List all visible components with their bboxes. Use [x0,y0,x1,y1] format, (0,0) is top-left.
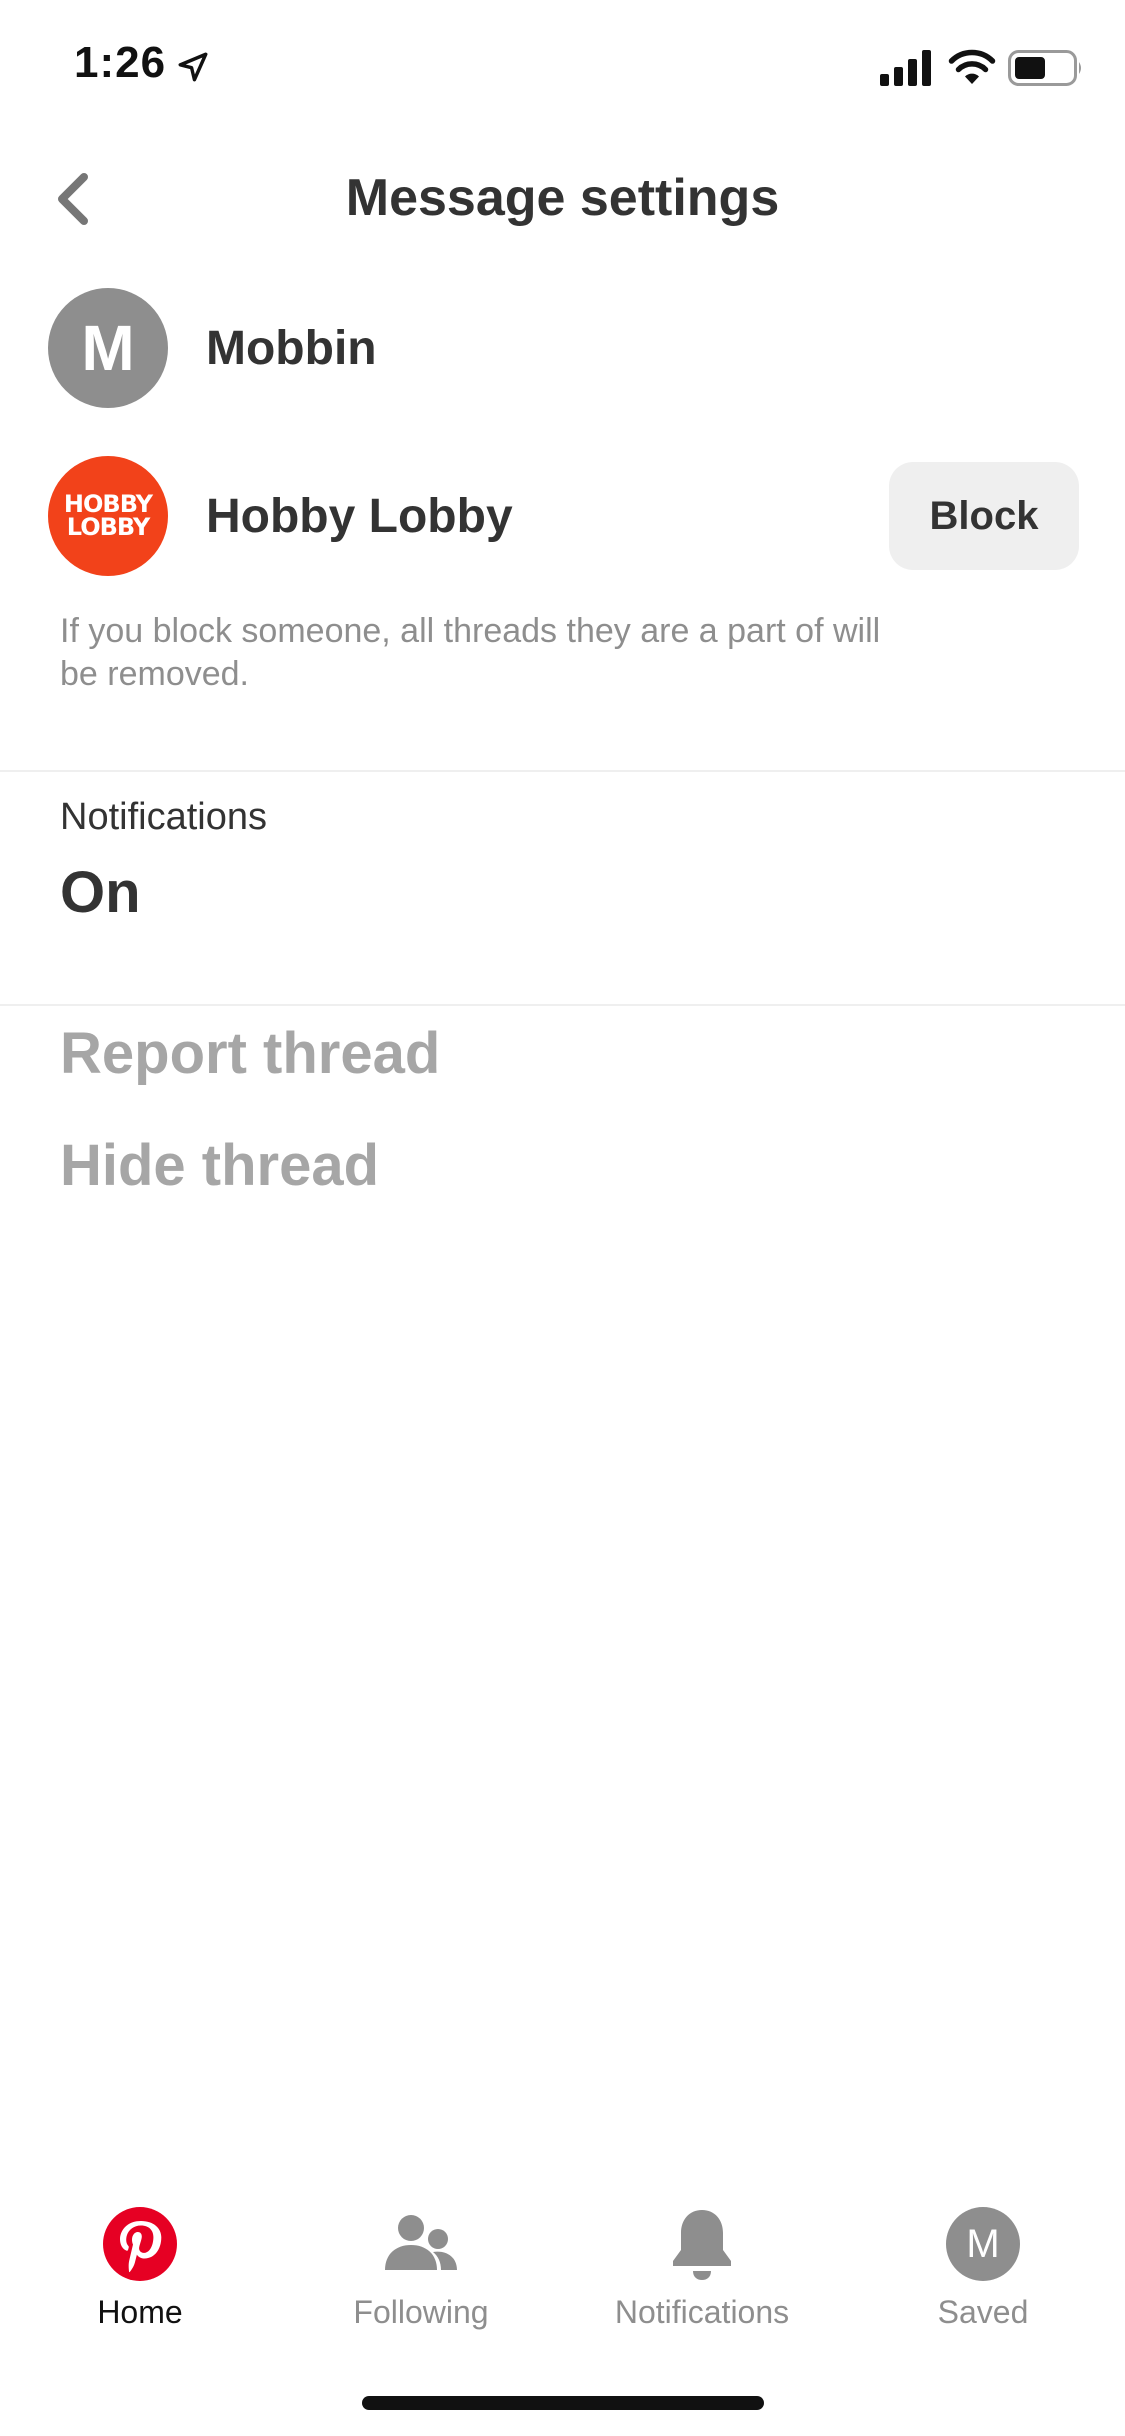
participant-row[interactable]: HOBBY LOBBY Hobby Lobby Block [48,456,1079,576]
nav-home[interactable]: Home [0,2190,280,2340]
block-button[interactable]: Block [889,462,1079,570]
hobby-lobby-logo: HOBBY LOBBY [48,456,168,576]
participant-row[interactable]: M Mobbin [48,288,1079,408]
notifications-setting[interactable]: Notifications On [60,796,660,976]
nav-following[interactable]: Following [281,2190,561,2340]
notifications-label: Notifications [60,796,267,838]
people-icon [383,2206,459,2282]
page-title: Message settings [345,169,780,227]
block-help-text: If you block someone, all threads they a… [60,612,881,693]
header: Message settings [0,150,1125,250]
nav-label: Saved [937,2294,1029,2330]
divider [0,1004,1125,1006]
wifi-icon [948,49,996,84]
bottom-nav: Home Following Notifications M Saved [0,2190,1125,2340]
signal-icon [880,50,931,86]
notifications-value: On [60,860,141,925]
battery-icon [1008,50,1081,86]
avatar-letter: M [966,2221,1000,2266]
profile-avatar-icon: M [945,2206,1021,2282]
status-bar: 1:26 [0,0,1125,132]
logo-text-line: LOBBY [66,513,150,541]
nav-label: Following [353,2294,489,2330]
nav-saved[interactable]: M Saved [843,2190,1123,2340]
nav-label: Notifications [614,2294,790,2330]
avatar: M [48,288,168,408]
pinterest-logo-icon [102,2206,178,2282]
avatar: M [946,2207,1020,2281]
nav-notifications[interactable]: Notifications [562,2190,842,2340]
home-indicator [362,2396,764,2410]
bell-icon [664,2206,740,2282]
avatar-letter: M [81,312,135,384]
divider [0,770,1125,772]
participant-name: Mobbin [206,321,377,375]
nav-label: Home [97,2294,183,2330]
report-thread-button[interactable]: Report thread [60,1020,440,1087]
hide-thread-button[interactable]: Hide thread [60,1132,379,1199]
status-time: 1:26 [74,38,167,87]
participant-name: Hobby Lobby [206,489,513,543]
location-arrow-icon [178,52,208,82]
